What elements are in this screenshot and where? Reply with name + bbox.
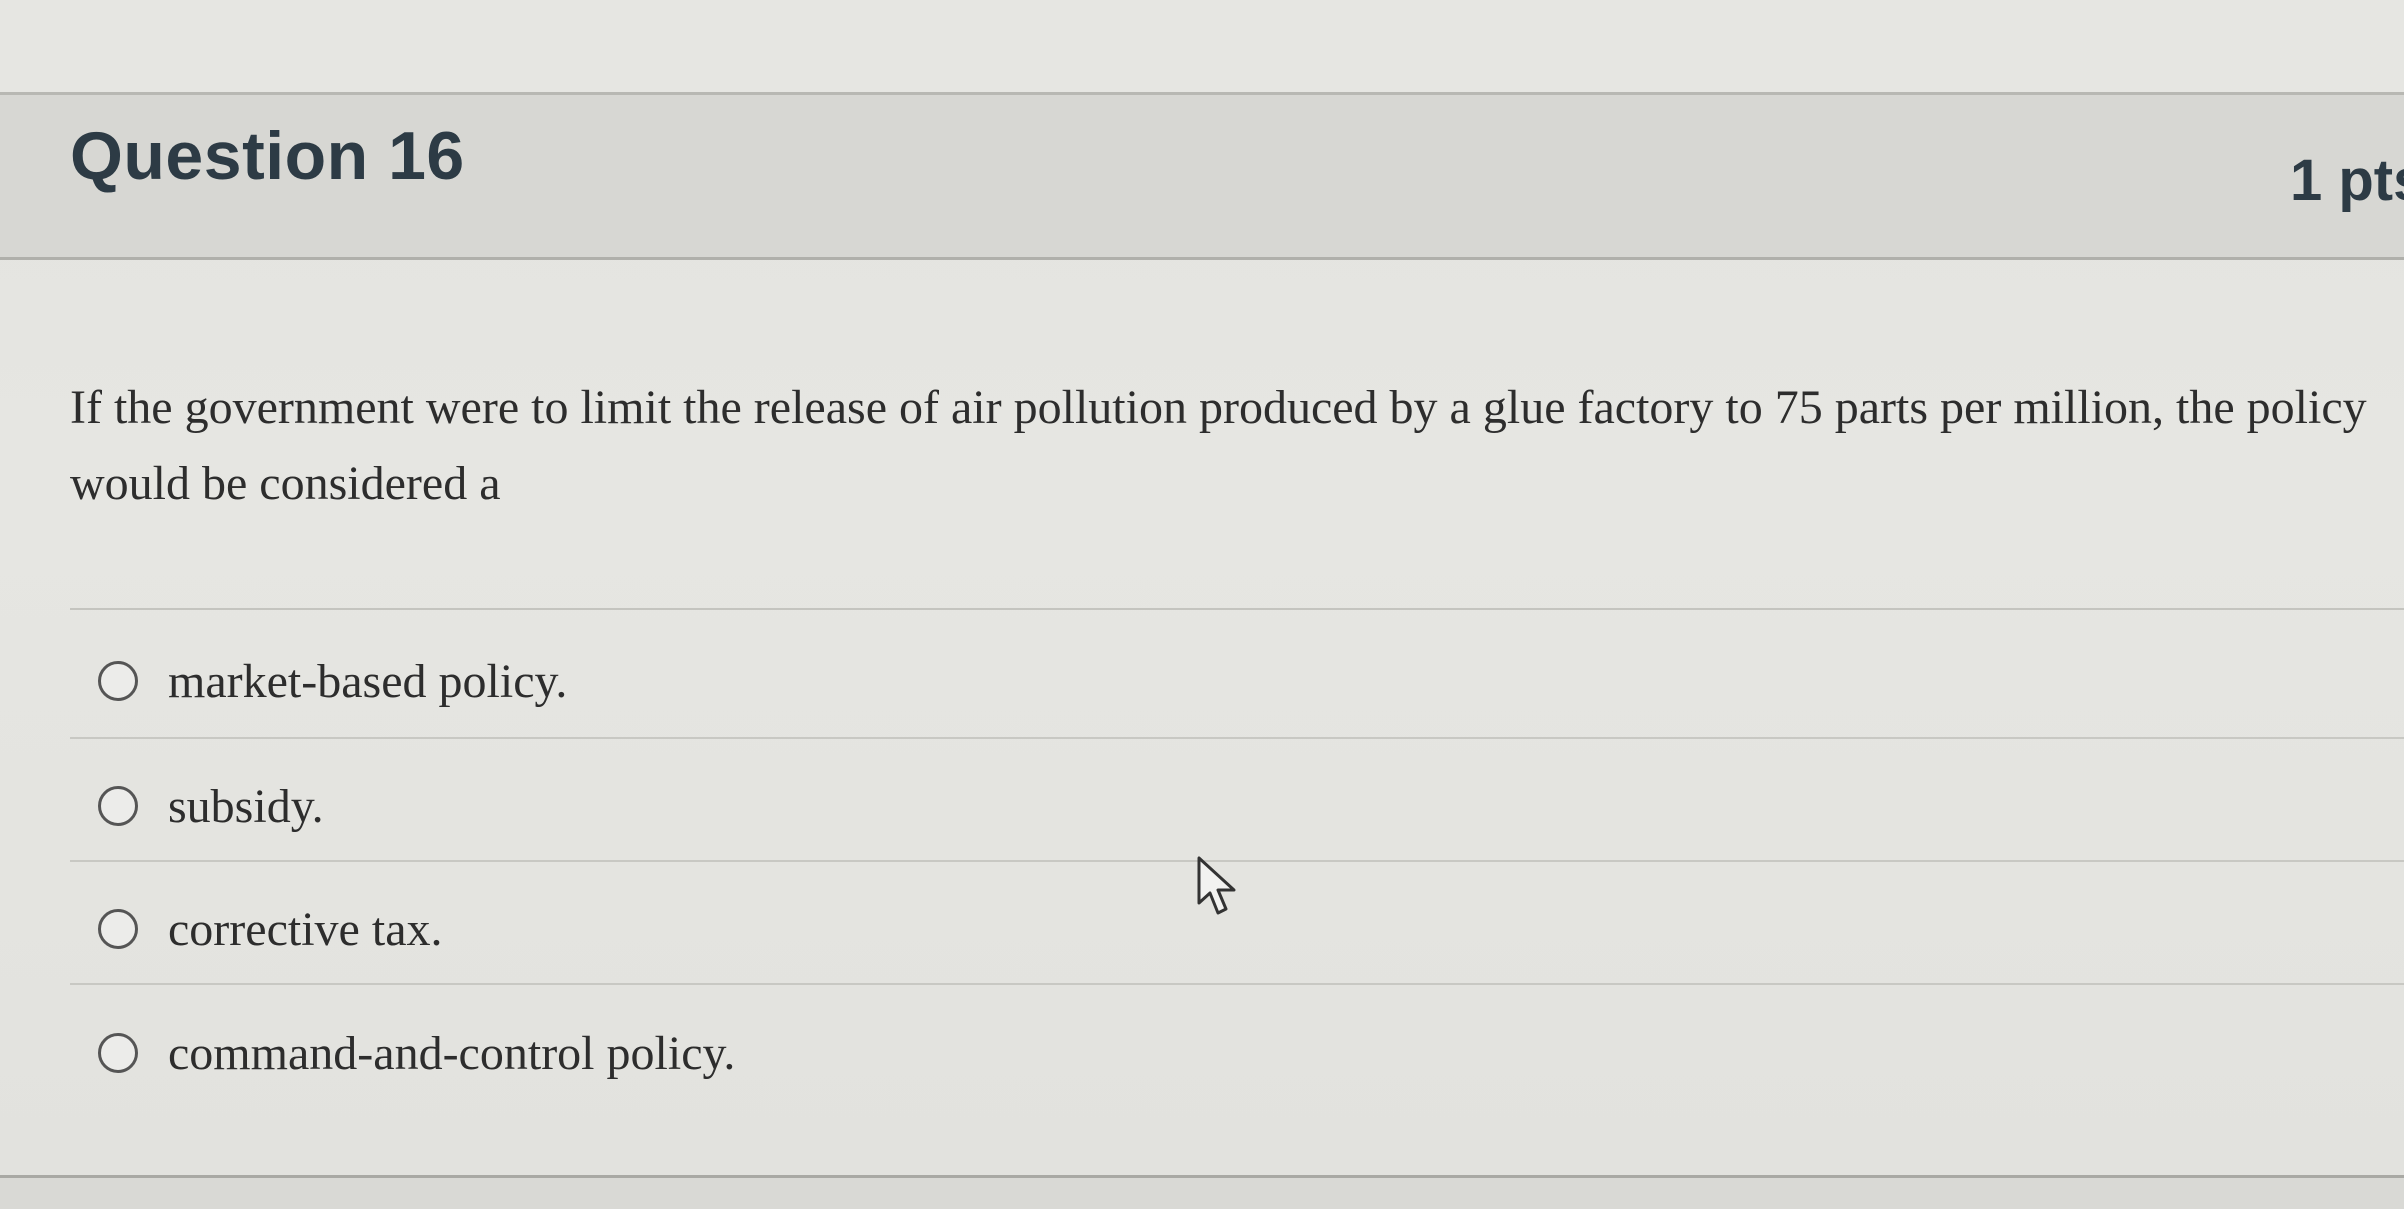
question-points: 1 pts	[2290, 148, 2404, 213]
quiz-screen: Question 16 1 pts If the government were…	[0, 0, 2404, 1209]
radio-unchecked-icon[interactable]	[98, 1033, 138, 1073]
question-title: Question 16	[70, 118, 465, 194]
answer-option-subsidy[interactable]: subsidy.	[70, 745, 2404, 867]
answer-divider	[70, 983, 2404, 985]
answer-label[interactable]: market-based policy.	[168, 654, 567, 709]
radio-unchecked-icon[interactable]	[98, 909, 138, 949]
answer-option-market-based[interactable]: market-based policy.	[70, 620, 2404, 742]
top-strip	[0, 0, 2404, 92]
mouse-pointer-icon	[1197, 856, 1236, 915]
answer-label[interactable]: corrective tax.	[168, 902, 443, 957]
answer-divider	[70, 737, 2404, 739]
question-text: If the government were to limit the rele…	[70, 381, 2367, 510]
header-divider	[0, 257, 2404, 260]
radio-unchecked-icon[interactable]	[98, 661, 138, 701]
answer-option-command-and-control[interactable]: command-and-control policy.	[70, 992, 2404, 1114]
answers-top-divider	[70, 608, 2404, 610]
answer-label[interactable]: command-and-control policy.	[168, 1026, 735, 1081]
radio-unchecked-icon[interactable]	[98, 786, 138, 826]
bottom-strip	[0, 1178, 2404, 1209]
answer-label[interactable]: subsidy.	[168, 779, 324, 834]
